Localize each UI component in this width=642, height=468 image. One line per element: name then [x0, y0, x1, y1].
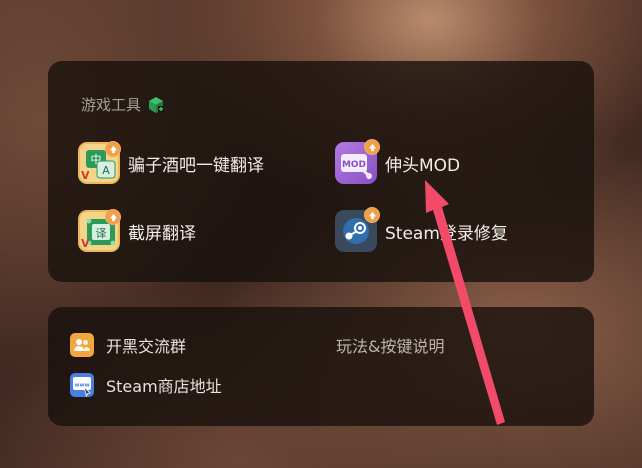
screenshot-translate-icon: 译 V: [78, 209, 121, 252]
svg-text:MOD: MOD: [342, 160, 366, 170]
tool-mod[interactable]: MOD 伸头MOD: [335, 139, 461, 184]
upgrade-badge-icon: [105, 209, 121, 225]
tool-label: 伸头MOD: [385, 155, 461, 176]
link-label: Steam商店地址: [106, 377, 222, 396]
mod-icon: MOD: [335, 139, 380, 184]
game-tools-title: 游戏工具: [81, 94, 165, 115]
links-card: 开黑交流群 玩法&按键说明 www Steam商店地址: [48, 307, 594, 426]
upgrade-badge-icon: [105, 141, 121, 157]
link-group-chat[interactable]: 开黑交流群: [70, 333, 186, 357]
link-label: 开黑交流群: [106, 337, 187, 356]
cube-icon: [149, 96, 165, 113]
link-gameplay-keys[interactable]: 玩法&按键说明: [336, 333, 444, 357]
tool-label: 骗子酒吧一键翻译: [128, 155, 264, 176]
tool-label: 截屏翻译: [128, 223, 196, 244]
tool-steam-login-fix[interactable]: Steam登录修复: [335, 207, 508, 252]
v-badge-icon: V: [81, 169, 90, 182]
www-link-icon: www: [70, 373, 94, 398]
upgrade-badge-icon: [364, 207, 380, 223]
v-badge-icon: V: [81, 237, 90, 250]
svg-text:译: 译: [96, 227, 107, 240]
game-tools-title-text: 游戏工具: [81, 96, 142, 114]
tool-screenshot-translate[interactable]: 译 V 截屏翻译: [78, 209, 196, 252]
link-steam-store[interactable]: www Steam商店地址: [70, 373, 222, 398]
zh-en-translate-icon: 中 A V: [78, 141, 121, 184]
svg-text:A: A: [102, 164, 110, 177]
upgrade-badge-icon: [364, 139, 380, 155]
steam-icon: [335, 207, 380, 252]
svg-text:www: www: [74, 383, 89, 389]
tool-liars-bar-translate[interactable]: 中 A V 骗子酒吧一键翻译: [78, 141, 264, 184]
link-label: 玩法&按键说明: [336, 337, 445, 356]
game-tools-card: 游戏工具 中 A V 骗子酒吧一键翻译 MOD 伸头MOD 译 V 截屏翻译 S…: [48, 61, 594, 282]
group-chat-icon: [70, 333, 94, 357]
tool-label: Steam登录修复: [385, 223, 508, 244]
